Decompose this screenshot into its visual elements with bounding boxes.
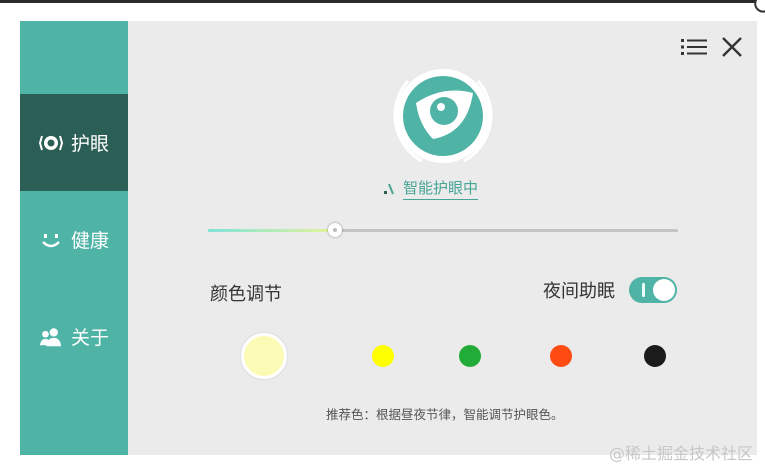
close-icon (722, 37, 742, 57)
color-swatch[interactable] (550, 345, 572, 367)
toggle-on-mark (642, 283, 645, 297)
color-swatch[interactable] (241, 333, 287, 379)
color-swatch[interactable] (644, 345, 666, 367)
color-swatches (128, 331, 757, 381)
sidebar-item-label: 护眼 (70, 133, 109, 155)
color-swatch[interactable] (459, 345, 481, 367)
status-text: 智能护眼中 (403, 177, 479, 200)
corner-circle-icon (754, 0, 765, 13)
color-swatch[interactable] (372, 345, 394, 367)
watermark: @稀土掘金技术社区 (608, 444, 753, 463)
color-adjust-label: 颜色调节 (210, 284, 282, 305)
screenshot-frame: 护眼 健康 关于 智能护眼中 颜色调节 夜间助眠 推荐色：根据昼夜节律，智能调节… (0, 0, 765, 476)
sidebar-item-health[interactable]: 健康 (20, 191, 128, 288)
sidebar-item-eye-protect[interactable]: 护眼 (20, 94, 128, 191)
slider-fill (208, 229, 335, 232)
slider-thumb[interactable] (327, 223, 342, 237)
status-indicator[interactable]: 智能护眼中 (383, 177, 479, 200)
app-window: 护眼 健康 关于 智能护眼中 颜色调节 夜间助眠 推荐色：根据昼夜节律，智能调节… (20, 21, 757, 455)
smile-icon (39, 228, 63, 252)
eye-protect-icon (38, 131, 63, 155)
eye-emblem (381, 65, 505, 169)
night-mode-label: 夜间助眠 (543, 281, 615, 302)
sidebar: 护眼 健康 关于 (20, 21, 128, 455)
close-button[interactable] (719, 35, 745, 59)
night-mode-row: 夜间助眠 (543, 277, 677, 303)
toggle-knob (653, 279, 675, 301)
menu-button[interactable] (681, 35, 707, 59)
users-icon (39, 325, 63, 349)
night-mode-toggle[interactable] (629, 277, 677, 303)
window-controls (681, 35, 745, 59)
sidebar-item-label: 关于 (70, 327, 109, 349)
top-border (0, 0, 765, 3)
hint-text: 推荐色：根据昼夜节律，智能调节护眼色。 (326, 407, 564, 422)
main-panel: 智能护眼中 颜色调节 夜间助眠 推荐色：根据昼夜节律，智能调节护眼色。 (128, 21, 757, 455)
brightness-slider[interactable] (208, 222, 678, 238)
signal-icon (384, 183, 394, 194)
menu-icon (681, 39, 707, 55)
sidebar-item-label: 健康 (70, 230, 109, 252)
sidebar-item-about[interactable]: 关于 (20, 288, 128, 385)
